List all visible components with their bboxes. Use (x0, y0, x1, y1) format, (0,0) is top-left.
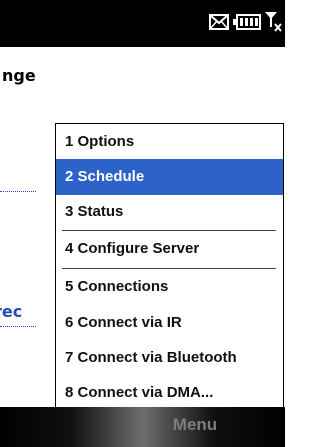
popup-menu: 1 Options 2 Schedule 3 Status 4 Configur… (55, 123, 284, 413)
status-bar (0, 0, 285, 47)
signal-off-icon[interactable] (265, 11, 283, 33)
menu-item-connect-bluetooth[interactable]: 7 Connect via Bluetooth (56, 340, 283, 376)
battery-icon[interactable] (233, 14, 261, 30)
menu-item-connect-dma[interactable]: 8 Connect via DMA... (56, 375, 283, 411)
background-link-text: rec (0, 302, 23, 321)
softkey-bar: Menu (0, 407, 285, 447)
menu-item-connections[interactable]: 5 Connections (56, 269, 283, 305)
menu-item-connect-ir[interactable]: 6 Connect via IR (56, 305, 283, 341)
mail-icon[interactable] (209, 14, 229, 30)
menu-item-schedule[interactable]: 2 Schedule (56, 159, 283, 195)
link-top-dotted-line (0, 191, 36, 193)
page-title: nge (2, 66, 36, 85)
menu-item-options[interactable]: 1 Options (56, 124, 283, 160)
menu-softkey[interactable]: Menu (150, 415, 240, 435)
menu-item-configure-server[interactable]: 4 Configure Server (56, 231, 283, 267)
status-icons (209, 10, 283, 34)
menu-item-status[interactable]: 3 Status (56, 194, 283, 230)
title-bar: nge (0, 47, 285, 105)
link-bottom-dotted-line (0, 326, 36, 328)
background-link[interactable]: rec (0, 302, 36, 321)
